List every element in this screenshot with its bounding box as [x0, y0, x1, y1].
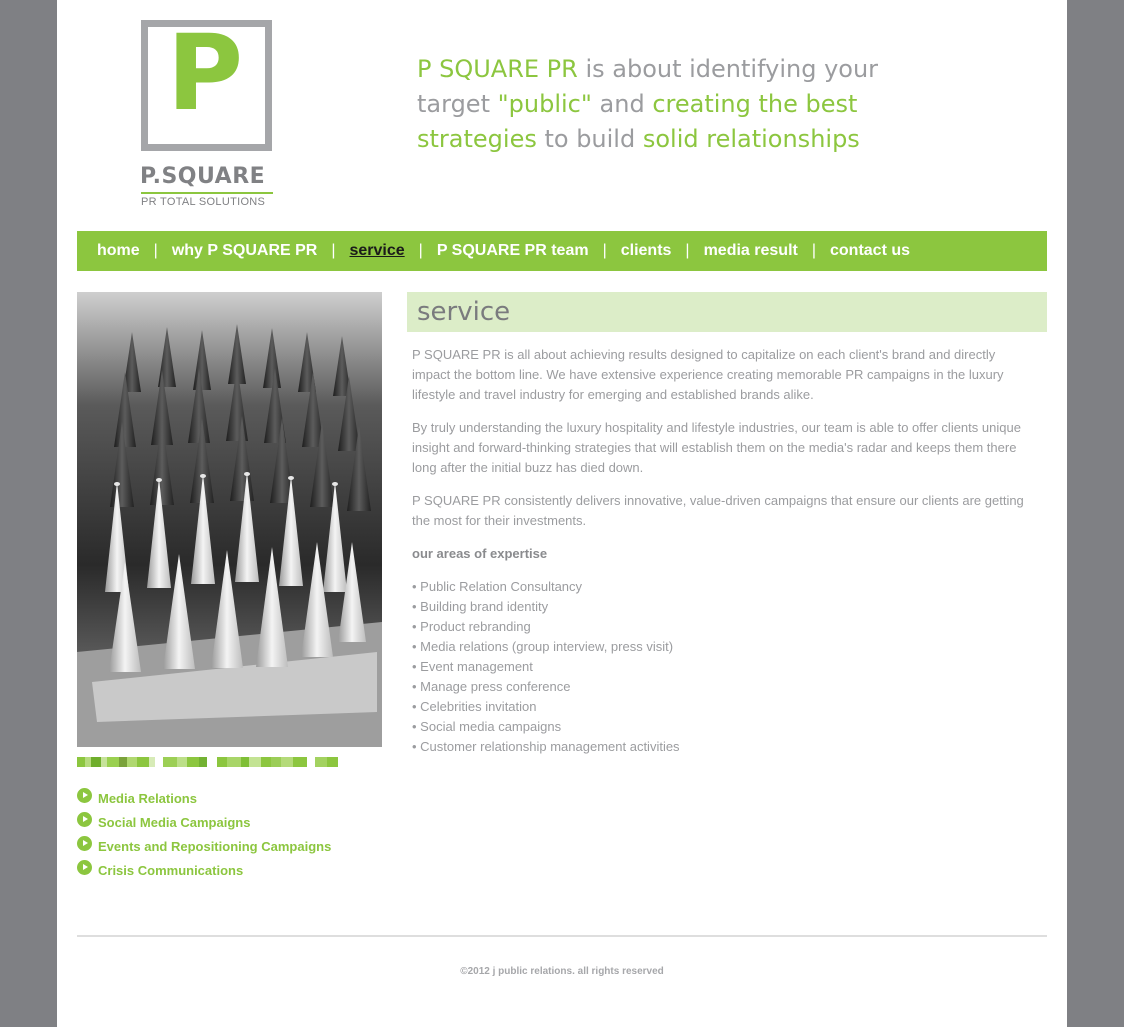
tagline-part: "public" — [497, 90, 592, 118]
logo[interactable]: P P.SQUARE PR TOTAL SOLUTIONS — [140, 16, 276, 210]
side-link-label: Events and Repositioning Campaigns — [98, 838, 332, 854]
paragraph: P SQUARE PR consistently delivers innova… — [412, 493, 1024, 528]
list-item: • Product rebranding — [412, 619, 531, 634]
arrow-bullet-icon — [77, 787, 92, 803]
logo-name: P.SQUARE — [140, 164, 266, 189]
list-item: • Social media campaigns — [412, 719, 562, 734]
tagline-part: and — [591, 90, 653, 118]
list-item: • Celebrities invitation — [412, 699, 537, 714]
nav-team[interactable]: P SQUARE PR team — [437, 242, 589, 260]
page: P P.SQUARE PR TOTAL SOLUTIONS P SQUARE P… — [57, 0, 1067, 1027]
nav-home[interactable]: home — [97, 242, 140, 260]
arrow-bullet-icon — [77, 835, 92, 851]
main-content: P SQUARE PR is all about achieving resul… — [412, 345, 1027, 757]
logo-rule — [141, 192, 273, 194]
tagline-part: solid relationships — [642, 125, 860, 153]
tagline-part: to build — [536, 125, 643, 153]
tagline: P SQUARE PR is about identifying your ta… — [417, 52, 937, 157]
list-item: • Media relations (group interview, pres… — [412, 639, 674, 654]
nav-separator: | — [811, 242, 816, 259]
paragraph: P SQUARE PR is all about achieving resul… — [412, 347, 1004, 402]
paragraph: By truly understanding the luxury hospit… — [412, 420, 1021, 475]
logo-subtitle: PR TOTAL SOLUTIONS — [141, 196, 266, 208]
arrow-bullet-icon — [77, 811, 92, 827]
side-link-media-relations[interactable]: Media Relations — [77, 786, 331, 810]
nav-separator: | — [331, 242, 336, 259]
list-item: • Building brand identity — [412, 599, 549, 614]
tagline-part: P SQUARE PR — [417, 55, 578, 83]
color-strip — [77, 757, 382, 767]
side-link-social-media-campaigns[interactable]: Social Media Campaigns — [77, 810, 331, 834]
page-title: service — [417, 297, 511, 327]
nav-why-p-square-pr[interactable]: why P SQUARE PR — [172, 242, 318, 260]
nav-service[interactable]: service — [350, 242, 405, 260]
list-item: • Customer relationship management activ… — [412, 739, 680, 754]
photo-illustration — [77, 292, 382, 747]
side-link-label: Crisis Communications — [98, 862, 244, 878]
side-link-crisis-communications[interactable]: Crisis Communications — [77, 858, 331, 882]
service-photo — [77, 292, 382, 747]
copyright: ©2012 j public relations. all rights res… — [460, 966, 664, 977]
nav-separator: | — [153, 242, 158, 259]
nav-separator: | — [602, 242, 607, 259]
main-nav: home | why P SQUARE PR | service | P SQU… — [77, 231, 1047, 271]
side-links: Media Relations Social Media Campaigns E… — [77, 786, 331, 882]
list-item: • Public Relation Consultancy — [412, 579, 583, 594]
side-link-label: Social Media Campaigns — [98, 814, 251, 830]
logo-letter: P — [166, 12, 244, 134]
footer-divider — [77, 935, 1047, 937]
list-item: • Manage press conference — [412, 679, 571, 694]
nav-separator: | — [418, 242, 423, 259]
nav-separator: | — [685, 242, 690, 259]
side-link-events-repositioning[interactable]: Events and Repositioning Campaigns — [77, 834, 331, 858]
nav-media-result[interactable]: media result — [704, 242, 798, 260]
nav-contact-us[interactable]: contact us — [830, 242, 910, 260]
expertise-list: • Public Relation Consultancy • Building… — [412, 577, 1027, 757]
section-header: service — [407, 292, 1047, 332]
nav-clients[interactable]: clients — [621, 242, 672, 260]
list-item: • Event management — [412, 659, 533, 674]
expertise-heading: our areas of expertise — [412, 546, 548, 561]
arrow-bullet-icon — [77, 859, 92, 875]
side-link-label: Media Relations — [98, 790, 197, 806]
